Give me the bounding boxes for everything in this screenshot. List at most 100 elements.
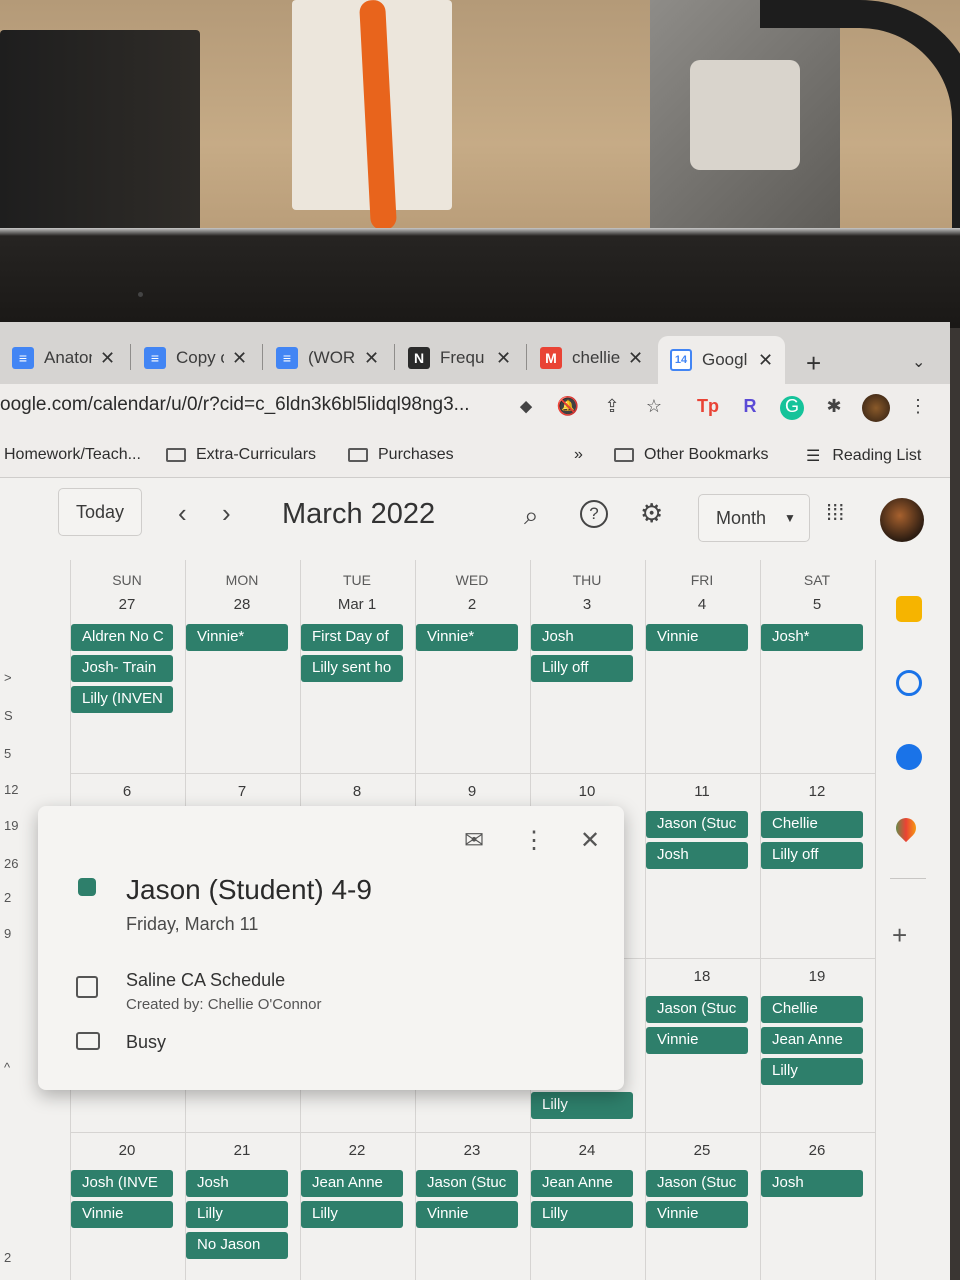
calendar-event-chip[interactable]: Vinnie* xyxy=(186,624,288,651)
day-number[interactable]: 23 xyxy=(415,1142,529,1159)
calendar-event-chip[interactable]: Vinnie xyxy=(416,1201,518,1228)
mini-calendar-label[interactable]: 12 xyxy=(4,782,18,797)
calendar-event-chip[interactable]: Jean Anne xyxy=(531,1170,633,1197)
close-icon[interactable]: ✕ xyxy=(580,826,600,855)
reading-list[interactable]: ☰ Reading List xyxy=(806,446,921,466)
close-icon[interactable]: ✕ xyxy=(364,348,379,369)
calendar-event-chip[interactable]: Vinnie xyxy=(646,1201,748,1228)
calendar-event-chip[interactable]: Jason (Stuc xyxy=(646,1170,748,1197)
view-switcher[interactable]: Month ▼ xyxy=(698,494,810,542)
email-icon[interactable]: ✉ xyxy=(464,826,484,855)
calendar-event-chip[interactable]: Lilly off xyxy=(761,842,863,869)
calendar-event-chip[interactable]: Aldren No C xyxy=(71,624,173,651)
calendar-event-chip[interactable]: Jason (Stuc xyxy=(646,811,748,838)
calendar-event-chip[interactable]: Lilly xyxy=(531,1092,633,1119)
day-number[interactable]: 21 xyxy=(185,1142,299,1159)
calendar-event-chip[interactable]: Vinnie* xyxy=(416,624,518,651)
day-number[interactable]: 12 xyxy=(760,783,874,800)
extension-r-icon[interactable]: R xyxy=(738,396,762,420)
bookmark-purchases[interactable]: Purchases xyxy=(348,446,454,464)
mini-calendar-label[interactable]: S xyxy=(4,708,13,723)
search-icon[interactable]: ⌕ xyxy=(524,500,539,532)
day-number[interactable]: 10 xyxy=(530,783,644,800)
tab-google-calendar[interactable]: 14 Googl ✕ xyxy=(658,336,786,384)
mini-calendar-label[interactable]: > xyxy=(4,670,12,685)
day-number[interactable]: 18 xyxy=(645,968,759,985)
chevron-left-icon[interactable]: ‹ xyxy=(178,498,187,529)
mini-calendar-label[interactable]: 2 xyxy=(4,890,11,905)
day-number[interactable]: 3 xyxy=(530,596,644,613)
mini-calendar-label[interactable]: ^ xyxy=(4,1060,10,1075)
calendar-event-chip[interactable]: Lilly xyxy=(531,1201,633,1228)
calendar-event-chip[interactable]: Lilly xyxy=(186,1201,288,1228)
calendar-event-chip[interactable]: Vinnie xyxy=(646,624,748,651)
profile-avatar[interactable] xyxy=(862,394,890,422)
keep-icon[interactable] xyxy=(896,596,922,622)
calendar-event-chip[interactable]: Josh xyxy=(531,624,633,651)
chevron-down-icon[interactable]: ⌄ xyxy=(912,352,925,372)
account-avatar[interactable] xyxy=(880,498,924,542)
mini-calendar-label[interactable]: 9 xyxy=(4,926,11,941)
bookmark-homework[interactable]: Homework/Teach... xyxy=(4,446,141,464)
help-icon[interactable]: ? xyxy=(580,500,608,528)
share-icon[interactable]: ⇪ xyxy=(600,396,624,420)
calendar-event-chip[interactable]: Lilly sent ho xyxy=(301,655,403,682)
day-number[interactable]: 4 xyxy=(645,596,759,613)
calendar-event-chip[interactable]: Jean Anne xyxy=(301,1170,403,1197)
calendar-event-chip[interactable]: Josh* xyxy=(761,624,863,651)
url-field[interactable]: oogle.com/calendar/u/0/r?cid=c_6ldn3k6bl… xyxy=(0,394,470,416)
calendar-event-chip[interactable]: Lilly xyxy=(301,1201,403,1228)
extensions-puzzle-icon[interactable]: ✱ xyxy=(822,396,846,420)
calendar-event-chip[interactable]: Josh (INVE xyxy=(71,1170,173,1197)
tab-wor[interactable]: ≡ (WOR ✕ xyxy=(276,338,379,378)
calendar-event-chip[interactable]: Josh xyxy=(186,1170,288,1197)
close-icon[interactable]: ✕ xyxy=(628,348,643,369)
lens-icon[interactable]: ⬥ xyxy=(514,396,538,420)
notifications-off-icon[interactable]: 🔕 xyxy=(556,396,580,420)
day-number[interactable]: 26 xyxy=(760,1142,874,1159)
mini-calendar-label[interactable]: 5 xyxy=(4,746,11,761)
tasks-icon[interactable] xyxy=(896,670,922,696)
calendar-event-chip[interactable]: Lilly off xyxy=(531,655,633,682)
day-number[interactable]: 8 xyxy=(300,783,414,800)
day-number[interactable]: 19 xyxy=(760,968,874,985)
calendar-event-chip[interactable]: Jean Anne xyxy=(761,1027,863,1054)
calendar-event-chip[interactable]: Josh- Train xyxy=(71,655,173,682)
day-number[interactable]: 20 xyxy=(70,1142,184,1159)
close-icon[interactable]: ✕ xyxy=(232,348,247,369)
more-vert-icon[interactable]: ⋮ xyxy=(522,826,546,855)
star-icon[interactable]: ☆ xyxy=(642,396,666,420)
apps-grid-icon[interactable]: ⁞⁞⁞ xyxy=(826,500,844,526)
day-number[interactable]: 28 xyxy=(185,596,299,613)
tab-copy[interactable]: ≡ Copy o ✕ xyxy=(144,338,247,378)
gear-icon[interactable]: ⚙ xyxy=(640,498,663,529)
calendar-event-chip[interactable]: First Day of xyxy=(301,624,403,651)
day-number[interactable]: 22 xyxy=(300,1142,414,1159)
tab-frequ[interactable]: N Frequ ✕ xyxy=(408,338,511,378)
day-number[interactable]: 25 xyxy=(645,1142,759,1159)
tab-anatomy[interactable]: ≡ Anatom ✕ xyxy=(12,338,115,378)
calendar-event-chip[interactable]: Chellie xyxy=(761,996,863,1023)
mini-calendar-label[interactable]: 19 xyxy=(4,818,18,833)
calendar-event-chip[interactable]: Jason (Stuc xyxy=(646,996,748,1023)
close-icon[interactable]: ✕ xyxy=(100,348,115,369)
day-number[interactable]: 27 xyxy=(70,596,184,613)
day-number[interactable]: Mar 1 xyxy=(300,596,414,613)
today-button[interactable]: Today xyxy=(58,488,142,536)
new-tab-icon[interactable]: + xyxy=(806,348,821,379)
calendar-event-chip[interactable]: No Jason xyxy=(186,1232,288,1259)
day-number[interactable]: 7 xyxy=(185,783,299,800)
calendar-event-chip[interactable]: Jason (Stuc xyxy=(416,1170,518,1197)
day-number[interactable]: 6 xyxy=(70,783,184,800)
day-number[interactable]: 2 xyxy=(415,596,529,613)
day-number[interactable]: 5 xyxy=(760,596,874,613)
close-icon[interactable]: ✕ xyxy=(496,348,511,369)
bookmarks-overflow[interactable]: » xyxy=(574,446,583,464)
mini-calendar-label[interactable]: 26 xyxy=(4,856,18,871)
day-number[interactable]: 11 xyxy=(645,783,759,800)
more-vert-icon[interactable]: ⋮ xyxy=(906,396,930,420)
day-number[interactable]: 9 xyxy=(415,783,529,800)
tab-gmail[interactable]: M chellie ✕ xyxy=(540,338,643,378)
calendar-event-chip[interactable]: Josh xyxy=(646,842,748,869)
bookmark-extra-curriculars[interactable]: Extra-Curriculars xyxy=(166,446,316,464)
